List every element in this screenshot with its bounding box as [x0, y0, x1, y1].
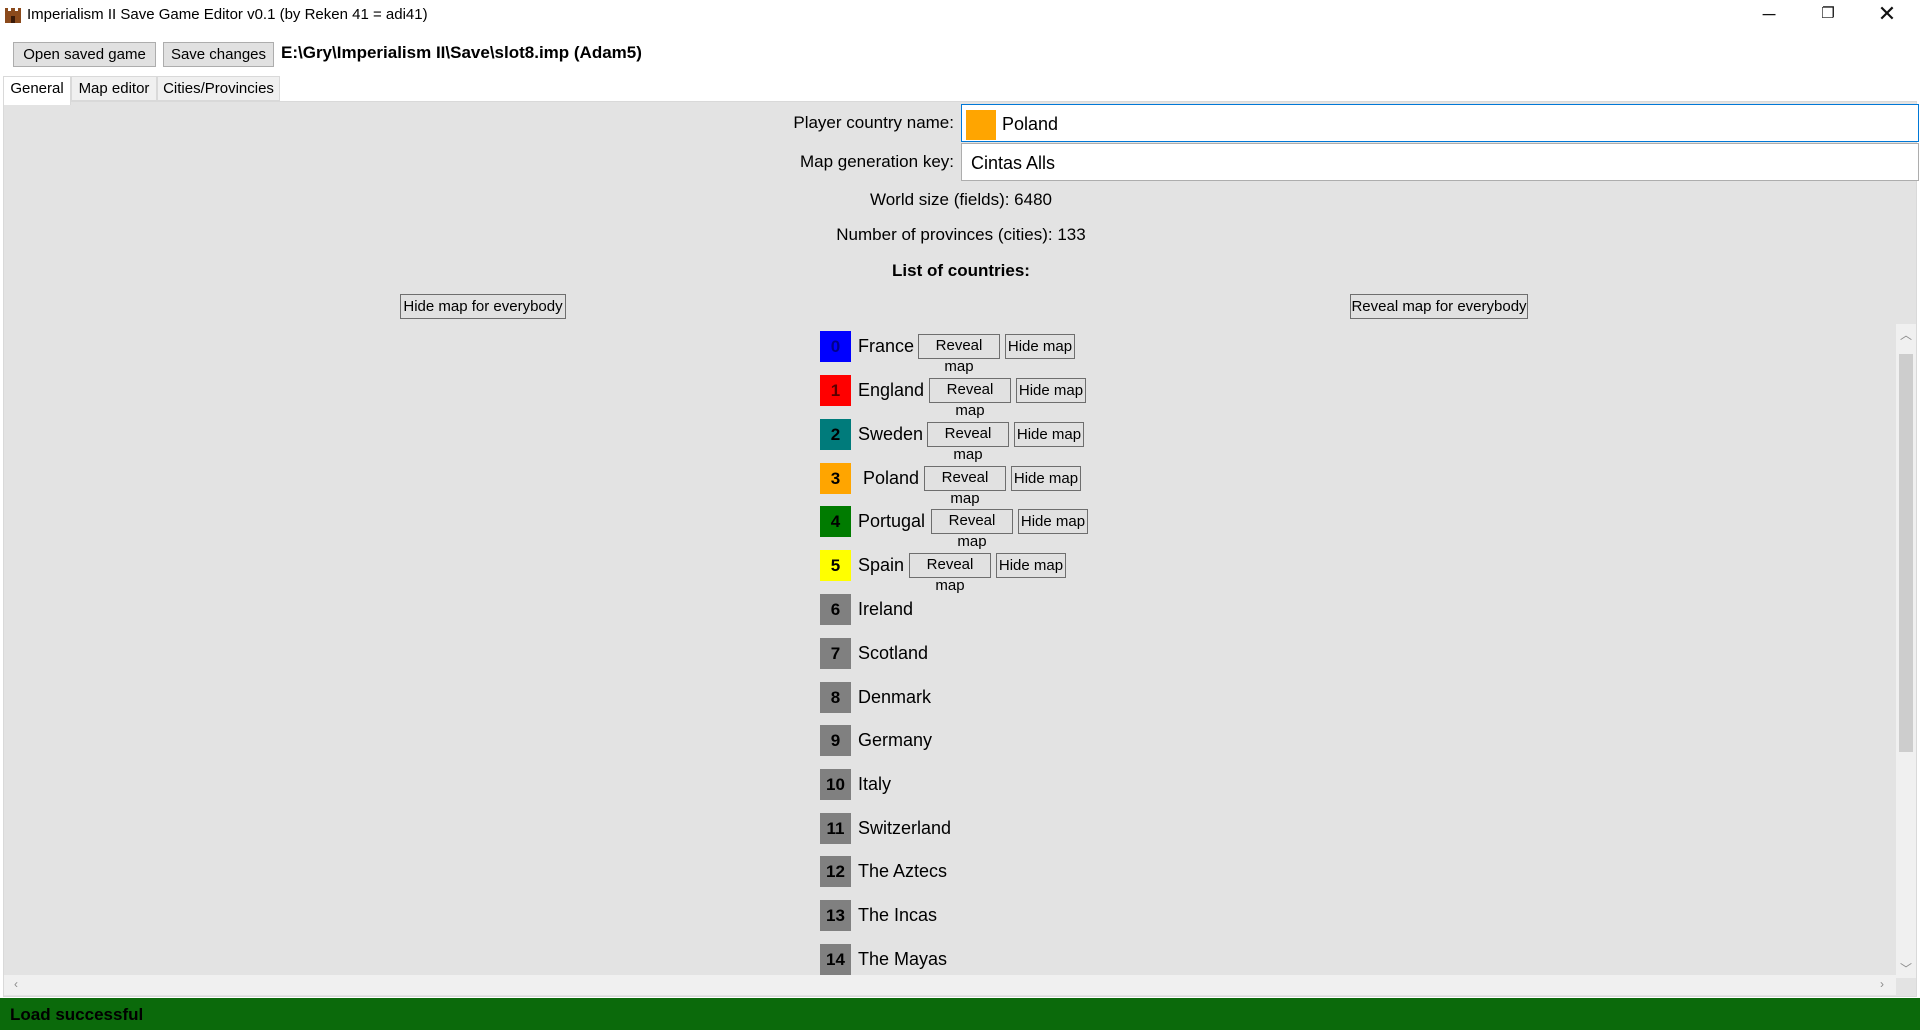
- minimize-button[interactable]: ─: [1740, 0, 1798, 30]
- world-size-text: World size (fields): 6480: [869, 190, 1053, 209]
- country-color-swatch[interactable]: 6: [820, 594, 851, 625]
- status-text: Load successful: [10, 1005, 144, 1024]
- hide-map-button[interactable]: Hide map: [1005, 334, 1075, 359]
- country-name: Switzerland: [858, 818, 952, 838]
- country-color-swatch[interactable]: 9: [820, 725, 851, 756]
- country-name: Portugal: [858, 511, 926, 531]
- country-color-swatch[interactable]: 10: [820, 769, 851, 800]
- country-name: Denmark: [858, 687, 932, 707]
- player-country-value: Poland: [1002, 114, 1059, 134]
- player-country-field[interactable]: Poland: [961, 104, 1919, 142]
- country-color-swatch[interactable]: 1: [820, 375, 851, 406]
- map-key-field[interactable]: Cintas Alls: [961, 143, 1919, 181]
- country-name: Spain: [858, 555, 905, 575]
- countries-list-title: List of countries:: [892, 261, 1030, 280]
- scroll-down-arrow-icon[interactable]: ﹀: [1896, 960, 1916, 977]
- country-name: Germany: [858, 730, 933, 750]
- hide-map-button[interactable]: Hide map: [1014, 422, 1084, 447]
- map-key-value: Cintas Alls: [971, 153, 1056, 173]
- country-color-swatch[interactable]: 3: [820, 463, 851, 494]
- country-color-swatch[interactable]: 0: [820, 331, 851, 362]
- scroll-right-arrow-icon[interactable]: ›: [1872, 977, 1892, 991]
- country-name: The Mayas: [858, 949, 948, 969]
- country-color-swatch[interactable]: 5: [820, 550, 851, 581]
- vertical-scroll-thumb[interactable]: [1899, 354, 1913, 752]
- country-name: The Incas: [858, 905, 938, 925]
- country-color-swatch[interactable]: 4: [820, 506, 851, 537]
- hide-map-button[interactable]: Hide map: [1016, 378, 1086, 403]
- player-color-swatch[interactable]: [966, 110, 996, 140]
- map-key-label: Map generation key:: [799, 152, 954, 171]
- country-color-swatch[interactable]: 11: [820, 813, 851, 844]
- country-color-swatch[interactable]: 13: [820, 900, 851, 931]
- country-name: England: [858, 380, 925, 400]
- status-bar: Load successful: [0, 998, 1920, 1030]
- country-name: Ireland: [858, 599, 914, 619]
- reveal-map-button[interactable]: Reveal map: [927, 422, 1009, 463]
- reveal-map-button[interactable]: Reveal map: [918, 334, 1000, 375]
- country-color-swatch[interactable]: 7: [820, 638, 851, 669]
- save-changes-button[interactable]: Save changes: [163, 42, 274, 67]
- tab-general[interactable]: General: [3, 76, 71, 105]
- close-button[interactable]: ✕: [1858, 0, 1916, 30]
- country-color-swatch[interactable]: 14: [820, 944, 851, 975]
- reveal-map-button[interactable]: Reveal map: [909, 553, 991, 594]
- reveal-map-button[interactable]: Reveal map: [931, 509, 1013, 550]
- tab-cities-provincies[interactable]: Cities/Provincies: [157, 76, 280, 101]
- window-title: Imperialism II Save Game Editor v0.1 (by…: [27, 6, 428, 23]
- country-name: Italy: [858, 774, 892, 794]
- tab-map-editor[interactable]: Map editor: [71, 76, 157, 101]
- restore-button[interactable]: ❐: [1799, 0, 1857, 30]
- player-country-label: Player country name:: [793, 113, 954, 132]
- reveal-map-button[interactable]: Reveal map: [924, 466, 1006, 507]
- title-bar: Imperialism II Save Game Editor v0.1 (by…: [0, 0, 1920, 30]
- country-name: Scotland: [858, 643, 929, 663]
- reveal-map-button[interactable]: Reveal map: [929, 378, 1011, 419]
- app-castle-icon: [5, 8, 21, 23]
- reveal-map-everybody-button[interactable]: Reveal map for everybody: [1350, 294, 1528, 319]
- country-name: The Aztecs: [858, 861, 948, 881]
- vertical-scrollbar[interactable]: ︿ ﹀: [1896, 324, 1916, 978]
- country-name: France: [858, 336, 915, 356]
- scroll-up-arrow-icon[interactable]: ︿: [1896, 326, 1916, 343]
- country-color-swatch[interactable]: 2: [820, 419, 851, 450]
- horizontal-scrollbar[interactable]: ‹ ›: [4, 975, 1896, 995]
- country-name: Poland: [863, 468, 920, 488]
- open-saved-game-button[interactable]: Open saved game: [13, 42, 156, 67]
- hide-map-button[interactable]: Hide map: [996, 553, 1066, 578]
- country-color-swatch[interactable]: 12: [820, 856, 851, 887]
- file-path-label: E:\Gry\Imperialism II\Save\slot8.imp (Ad…: [281, 43, 642, 62]
- hide-map-button[interactable]: Hide map: [1018, 509, 1088, 534]
- country-name: Sweden: [858, 424, 924, 444]
- hide-map-everybody-button[interactable]: Hide map for everybody: [400, 294, 566, 319]
- hide-map-button[interactable]: Hide map: [1011, 466, 1081, 491]
- country-color-swatch[interactable]: 8: [820, 682, 851, 713]
- provinces-text: Number of provinces (cities): 133: [836, 225, 1086, 244]
- general-panel: Player country name: Poland Map generati…: [3, 101, 1919, 997]
- scroll-left-arrow-icon[interactable]: ‹: [6, 977, 26, 991]
